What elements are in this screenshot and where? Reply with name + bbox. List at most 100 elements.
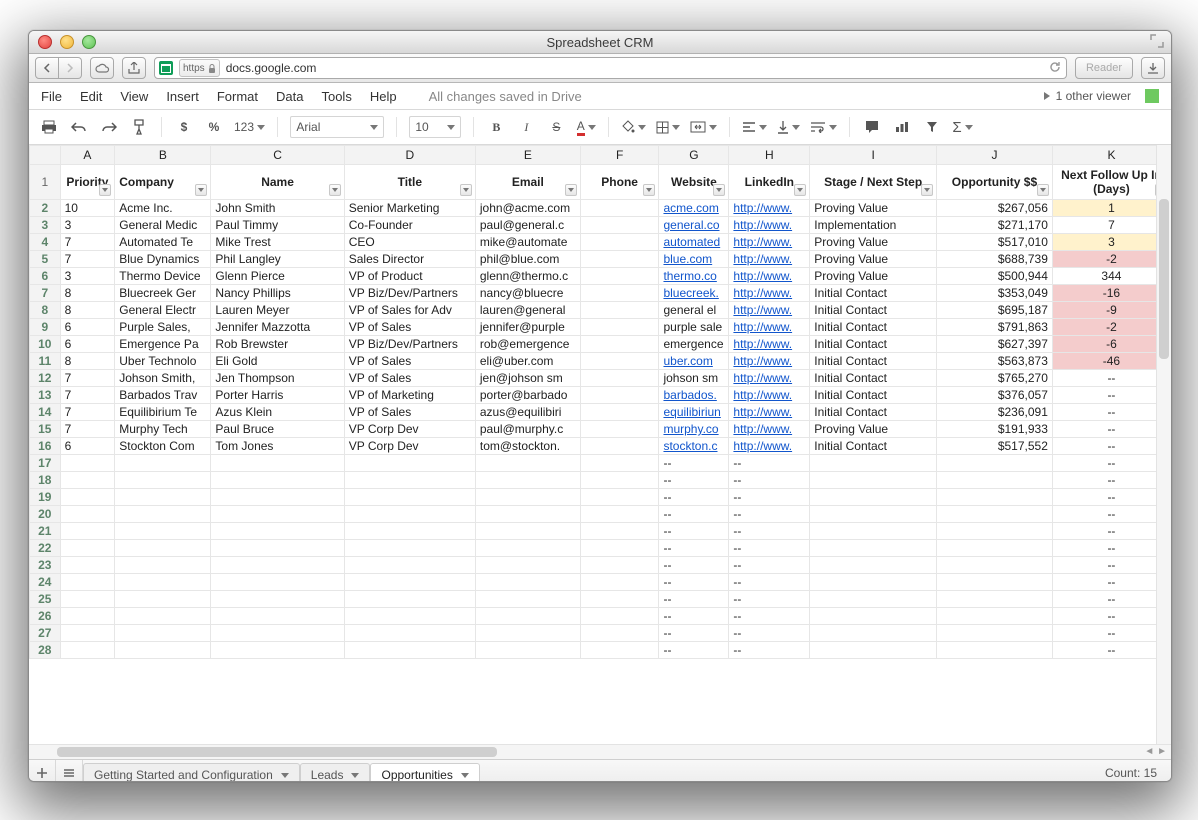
row-header[interactable]: 27: [30, 625, 61, 642]
cell[interactable]: Johson Smith,: [115, 370, 211, 387]
linkedin-link[interactable]: http://www.: [733, 218, 792, 232]
row-header[interactable]: 18: [30, 472, 61, 489]
borders-button[interactable]: [656, 116, 680, 138]
cell[interactable]: [211, 540, 344, 557]
cell[interactable]: [115, 523, 211, 540]
cell[interactable]: [115, 608, 211, 625]
cell[interactable]: --: [1052, 489, 1170, 506]
cell[interactable]: $563,873: [937, 353, 1053, 370]
website-link[interactable]: bluecreek.: [663, 286, 718, 300]
cell[interactable]: [344, 472, 475, 489]
cell[interactable]: -2: [1052, 319, 1170, 336]
row-header[interactable]: 6: [30, 268, 61, 285]
cell[interactable]: [580, 523, 659, 540]
cell[interactable]: [60, 591, 115, 608]
col-A[interactable]: A: [60, 146, 115, 165]
cell[interactable]: VP Biz/Dev/Partners: [344, 285, 475, 302]
valign-button[interactable]: [777, 116, 800, 138]
cell[interactable]: [211, 608, 344, 625]
row-header[interactable]: 15: [30, 421, 61, 438]
filter-icon[interactable]: [1037, 184, 1049, 196]
cell[interactable]: $271,170: [937, 217, 1053, 234]
filter-icon[interactable]: [794, 184, 806, 196]
cell[interactable]: [475, 455, 580, 472]
menu-insert[interactable]: Insert: [166, 89, 199, 104]
cell[interactable]: http://www.: [729, 268, 810, 285]
cell[interactable]: [580, 268, 659, 285]
cell[interactable]: Initial Contact: [810, 319, 937, 336]
cell[interactable]: [810, 540, 937, 557]
row-header[interactable]: 23: [30, 557, 61, 574]
row-header[interactable]: 21: [30, 523, 61, 540]
cell[interactable]: stockton.c: [659, 438, 729, 455]
cell[interactable]: jen@johson sm: [475, 370, 580, 387]
row-header[interactable]: 5: [30, 251, 61, 268]
row-header[interactable]: 10: [30, 336, 61, 353]
cell[interactable]: [115, 489, 211, 506]
cell[interactable]: [937, 557, 1053, 574]
cell[interactable]: --: [659, 540, 729, 557]
paint-format-icon[interactable]: [129, 116, 149, 138]
cell[interactable]: [580, 336, 659, 353]
cell[interactable]: [344, 523, 475, 540]
cell[interactable]: [580, 506, 659, 523]
col-F[interactable]: F: [580, 146, 659, 165]
cell[interactable]: Senior Marketing: [344, 200, 475, 217]
cell[interactable]: [115, 472, 211, 489]
cell[interactable]: Blue Dynamics: [115, 251, 211, 268]
cell[interactable]: [344, 608, 475, 625]
cell[interactable]: [344, 455, 475, 472]
cell[interactable]: [344, 489, 475, 506]
cell[interactable]: http://www.: [729, 217, 810, 234]
tab-opportunities[interactable]: Opportunities: [370, 763, 479, 782]
cell[interactable]: [60, 489, 115, 506]
cell[interactable]: [810, 472, 937, 489]
cell[interactable]: VP of Marketing: [344, 387, 475, 404]
cell[interactable]: $517,010: [937, 234, 1053, 251]
cell[interactable]: --: [659, 625, 729, 642]
cell[interactable]: Nancy Phillips: [211, 285, 344, 302]
col-D[interactable]: D: [344, 146, 475, 165]
cell[interactable]: Initial Contact: [810, 285, 937, 302]
cell[interactable]: uber.com: [659, 353, 729, 370]
cell[interactable]: http://www.: [729, 200, 810, 217]
cell[interactable]: --: [1052, 642, 1170, 659]
cell[interactable]: 1: [1052, 200, 1170, 217]
reader-button[interactable]: Reader: [1075, 57, 1133, 79]
cell[interactable]: Purple Sales,: [115, 319, 211, 336]
cell[interactable]: --: [1052, 438, 1170, 455]
cell[interactable]: Proving Value: [810, 421, 937, 438]
undo-icon[interactable]: [69, 116, 89, 138]
cell[interactable]: [580, 387, 659, 404]
row-header[interactable]: 13: [30, 387, 61, 404]
col-G[interactable]: G: [659, 146, 729, 165]
cell[interactable]: [211, 472, 344, 489]
website-link[interactable]: thermo.co: [663, 269, 716, 283]
linkedin-link[interactable]: http://www.: [733, 439, 792, 453]
fullscreen-icon[interactable]: [1150, 34, 1165, 49]
cell[interactable]: 8: [60, 302, 115, 319]
scroll-arrows[interactable]: ◄ ►: [1144, 746, 1167, 757]
cell[interactable]: --: [659, 523, 729, 540]
cell[interactable]: --: [659, 557, 729, 574]
cell[interactable]: John Smith: [211, 200, 344, 217]
cell[interactable]: --: [729, 489, 810, 506]
cell[interactable]: $791,863: [937, 319, 1053, 336]
cell[interactable]: [211, 574, 344, 591]
cell[interactable]: --: [1052, 523, 1170, 540]
cell[interactable]: 344: [1052, 268, 1170, 285]
filter-icon[interactable]: [921, 184, 933, 196]
cell[interactable]: [810, 642, 937, 659]
cell[interactable]: Stockton Com: [115, 438, 211, 455]
cell[interactable]: [937, 455, 1053, 472]
website-link[interactable]: acme.com: [663, 201, 718, 215]
cell[interactable]: Murphy Tech: [115, 421, 211, 438]
cell[interactable]: 6: [60, 438, 115, 455]
cell[interactable]: [60, 523, 115, 540]
filter-icon[interactable]: [565, 184, 577, 196]
cell[interactable]: [60, 574, 115, 591]
linkedin-link[interactable]: http://www.: [733, 405, 792, 419]
cell[interactable]: general.co: [659, 217, 729, 234]
cell[interactable]: [475, 523, 580, 540]
cell[interactable]: bluecreek.: [659, 285, 729, 302]
